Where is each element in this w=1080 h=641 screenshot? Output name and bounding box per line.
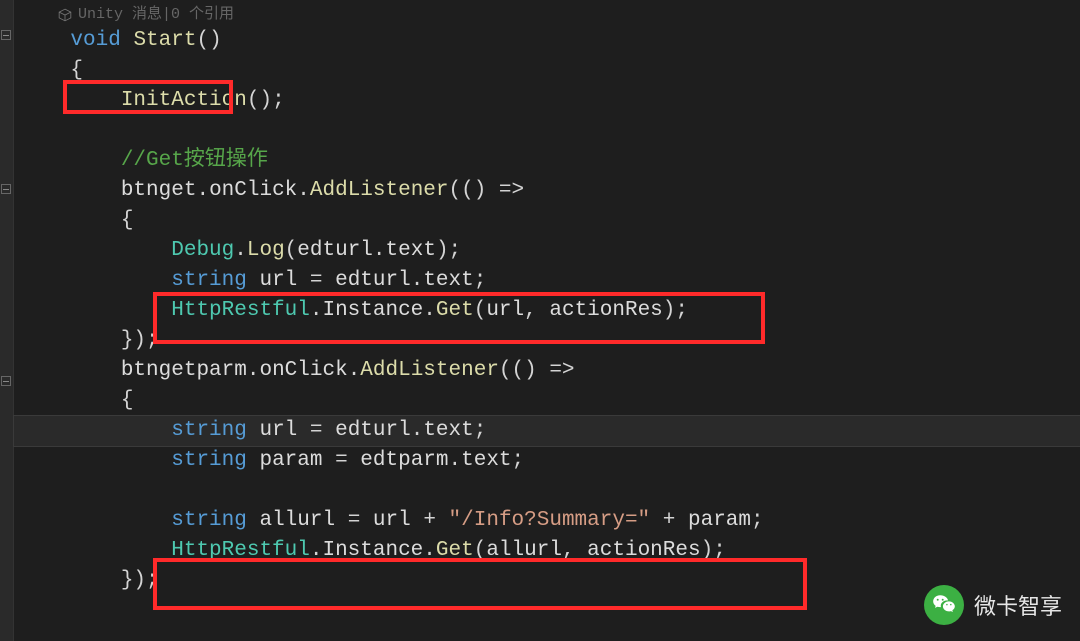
method-get: Get — [436, 536, 474, 566]
folding-gutter — [0, 0, 14, 641]
identifier: btngetparm — [121, 356, 247, 386]
type-httprestful: HttpRestful — [171, 296, 310, 326]
code-line[interactable]: string param = edtparm.text; — [20, 446, 1080, 476]
brace-open: { — [121, 386, 134, 416]
brace-open: { — [121, 206, 134, 236]
code-editor[interactable]: Unity 消息|0 个引用 void Start () { InitActio… — [0, 0, 1080, 641]
method-name: Start — [133, 26, 196, 56]
code-area[interactable]: Unity 消息|0 个引用 void Start () { InitActio… — [14, 0, 1080, 641]
type-debug: Debug — [171, 236, 234, 266]
brace-open: { — [70, 56, 83, 86]
type-httprestful: HttpRestful — [171, 536, 310, 566]
string-literal: "/Info?Summary=" — [449, 506, 651, 536]
fold-marker-icon[interactable] — [1, 30, 11, 40]
code-line[interactable]: }); — [20, 566, 1080, 596]
watermark: 微卡智享 — [924, 585, 1062, 625]
keyword-string: string — [171, 446, 247, 476]
code-line[interactable]: btnget.onClick.AddListener(() => — [20, 176, 1080, 206]
keyword-string: string — [171, 416, 247, 446]
active-code-line[interactable]: string url = edturl.text; — [14, 416, 1080, 446]
code-line[interactable]: HttpRestful.Instance.Get(url, actionRes)… — [20, 296, 1080, 326]
lambda-open: (() => — [449, 176, 525, 206]
method-get: Get — [436, 296, 474, 326]
wechat-icon — [924, 585, 964, 625]
code-line[interactable]: //Get按钮操作 — [20, 146, 1080, 176]
method-call: InitAction — [121, 86, 247, 116]
codelens-text[interactable]: Unity 消息|0 个引用 — [78, 4, 234, 26]
codelens-row[interactable]: Unity 消息|0 个引用 — [20, 4, 1080, 26]
brace-close: }); — [121, 326, 159, 356]
tail: (); — [247, 86, 285, 116]
code-line[interactable]: }); — [20, 326, 1080, 356]
code-line[interactable]: string url = edturl.text; — [20, 266, 1080, 296]
method-call: AddListener — [310, 176, 449, 206]
fold-marker-icon[interactable] — [1, 376, 11, 386]
method-call: Log — [247, 236, 285, 266]
method-call: AddListener — [360, 356, 499, 386]
fold-marker-icon[interactable] — [1, 184, 11, 194]
code-line[interactable]: { — [20, 206, 1080, 236]
keyword-string: string — [171, 266, 247, 296]
code-line[interactable]: HttpRestful.Instance.Get(allurl, actionR… — [20, 536, 1080, 566]
unity-icon — [58, 8, 72, 22]
code-line-blank[interactable] — [20, 116, 1080, 146]
code-line-blank[interactable] — [20, 476, 1080, 506]
keyword-void: void — [70, 26, 120, 56]
code-line[interactable]: { — [20, 386, 1080, 416]
brace-close: }); — [121, 566, 159, 596]
code-line[interactable]: { — [20, 56, 1080, 86]
code-line[interactable]: string allurl = url + "/Info?Summary=" +… — [20, 506, 1080, 536]
identifier: btnget — [121, 176, 197, 206]
identifier: onClick — [209, 176, 297, 206]
keyword-string: string — [171, 506, 247, 536]
watermark-text: 微卡智享 — [974, 589, 1062, 621]
comment-text: //Get按钮操作 — [121, 146, 268, 176]
lambda-open: (() => — [499, 356, 575, 386]
parens: () — [196, 26, 221, 56]
code-line[interactable]: btngetparm.onClick.AddListener(() => — [20, 356, 1080, 386]
code-line[interactable]: InitAction(); — [20, 86, 1080, 116]
code-line[interactable]: void Start () — [20, 26, 1080, 56]
code-line[interactable]: Debug.Log(edturl.text); — [20, 236, 1080, 266]
